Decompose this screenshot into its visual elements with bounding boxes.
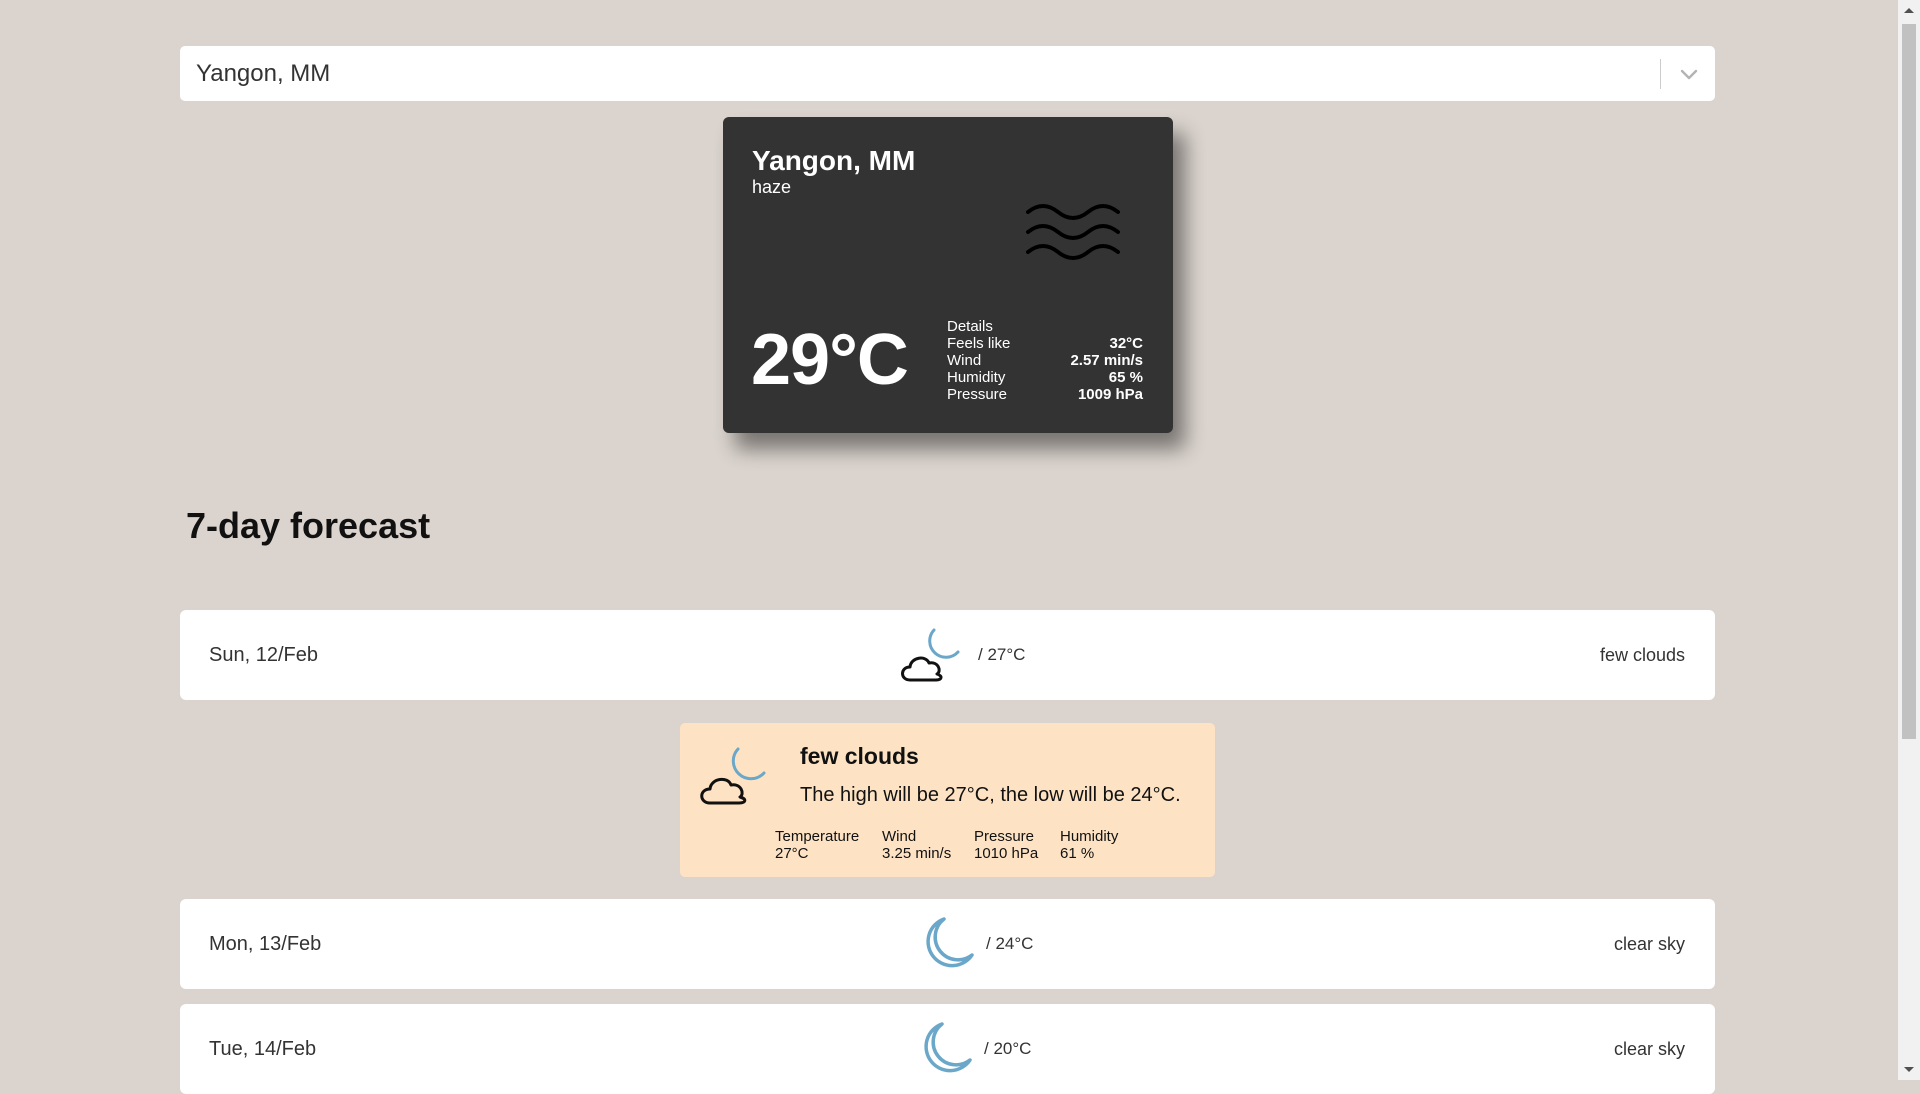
detail-value: 32°C: [1109, 335, 1143, 352]
page-scrollbar[interactable]: [1898, 0, 1920, 1080]
current-city: Yangon, MM: [752, 145, 916, 176]
current-description: haze: [752, 177, 792, 197]
stat-label: Temperature: [775, 828, 860, 845]
detail-wind: Wind 2.57 min/s: [947, 352, 1143, 369]
current-temperature: 29°C: [751, 320, 909, 400]
stat-value: 61 %: [1060, 845, 1095, 862]
detail-label: Pressure: [947, 386, 1008, 403]
panel-stat-temperature: Temperature 27°C: [775, 828, 859, 862]
detail-label: Feels like: [947, 335, 1011, 352]
moon-icon: [924, 1022, 972, 1073]
day-description: clear sky: [1613, 1039, 1685, 1059]
day-date: Mon, 13/Feb: [209, 933, 322, 955]
panel-summary: The high will be 27°C, the low will be 2…: [800, 784, 1181, 806]
stat-label: Wind: [882, 828, 917, 845]
few-clouds-night-icon: [700, 747, 766, 805]
stat-label: Humidity: [1060, 828, 1119, 845]
current-weather-card: Yangon, MM haze 29°C Details Feels like …: [723, 117, 1173, 433]
detail-value: 1009 hPa: [1077, 386, 1143, 403]
panel-title: few clouds: [800, 743, 919, 769]
forecast-day-row[interactable]: Mon, 13/Feb / 24°C clear sky: [180, 899, 1715, 989]
detail-value: 65 %: [1108, 369, 1143, 386]
chevron-down-icon[interactable]: [1677, 62, 1701, 86]
detail-label: Humidity: [947, 369, 1006, 386]
day-description: clear sky: [1613, 934, 1685, 954]
panel-stat-wind: Wind 3.25 min/s: [882, 828, 951, 862]
location-search-select[interactable]: Yangon, MM: [180, 46, 1715, 101]
forecast-title: 7-day forecast: [186, 505, 431, 546]
scrollbar-thumb[interactable]: [1902, 24, 1916, 739]
few-clouds-night-icon: [901, 628, 960, 682]
stat-label: Pressure: [974, 828, 1035, 845]
search-value[interactable]: Yangon, MM: [196, 46, 330, 101]
haze-icon: [1026, 204, 1120, 260]
stat-value: 3.25 min/s: [882, 845, 952, 862]
scroll-up-arrow-icon[interactable]: [1898, 0, 1920, 22]
details-title: Details: [947, 318, 993, 335]
scroll-down-arrow-icon[interactable]: [1898, 1058, 1920, 1080]
moon-icon: [926, 917, 974, 968]
forecast-day-row[interactable]: Tue, 14/Feb / 20°C clear sky: [180, 1004, 1715, 1094]
panel-stat-pressure: Pressure 1010 hPa: [974, 828, 1038, 862]
day-date: Sun, 12/Feb: [209, 644, 318, 666]
day-date: Tue, 14/Feb: [209, 1038, 317, 1060]
day-description: few clouds: [1599, 645, 1685, 665]
stat-value: 1010 hPa: [974, 845, 1039, 862]
day-temp: / 27°C: [978, 645, 1026, 664]
detail-humidity: Humidity 65 %: [947, 369, 1143, 386]
detail-feels-like: Feels like 32°C: [947, 335, 1143, 352]
detail-value: 2.57 min/s: [1070, 352, 1143, 369]
day-temp: / 20°C: [984, 1039, 1032, 1058]
search-separator: [1660, 59, 1661, 89]
forecast-day-row[interactable]: Sun, 12/Feb / 27°C few clouds: [180, 610, 1715, 700]
detail-label: Wind: [947, 352, 982, 369]
day-temp: / 24°C: [986, 934, 1034, 953]
panel-stat-humidity: Humidity 61 %: [1060, 828, 1118, 862]
forecast-detail-panel: few clouds The high will be 27°C, the lo…: [680, 723, 1215, 877]
stat-value: 27°C: [775, 845, 809, 862]
detail-pressure: Pressure 1009 hPa: [947, 386, 1143, 403]
current-details: Details Feels like 32°C Wind 2.57 min/s …: [947, 318, 1143, 403]
